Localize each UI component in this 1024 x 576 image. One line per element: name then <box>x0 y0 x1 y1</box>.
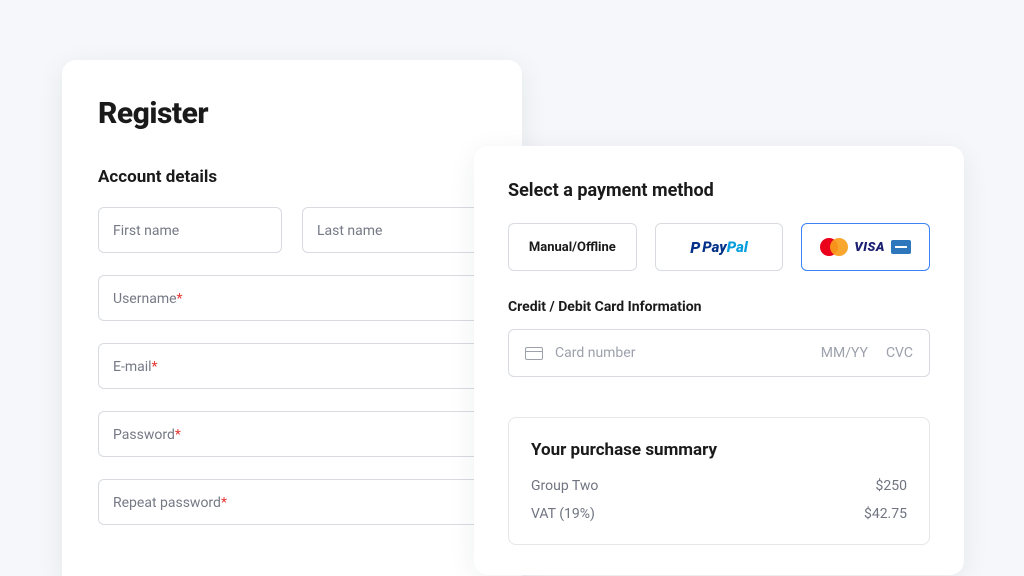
email-field[interactable]: E-mail* <box>98 343 486 389</box>
summary-row: VAT (19%) $42.75 <box>531 506 907 522</box>
payment-methods-row: Manual/Offline P PayPal VISA <box>508 223 930 271</box>
email-placeholder: E-mail <box>113 359 152 375</box>
username-placeholder: Username <box>113 291 177 307</box>
purchase-summary-box: Your purchase summary Group Two $250 VAT… <box>508 417 930 545</box>
card-number-field[interactable]: Card number MM/YY CVC <box>508 329 930 377</box>
card-brand-icons: VISA <box>820 238 911 256</box>
register-title: Register <box>98 96 486 131</box>
visa-icon: VISA <box>854 240 885 255</box>
summary-line-amount: $250 <box>876 478 907 494</box>
payment-card: Select a payment method Manual/Offline P… <box>474 146 964 575</box>
password-field[interactable]: Password* <box>98 411 486 457</box>
username-field[interactable]: Username* <box>98 275 486 321</box>
required-mark: * <box>175 427 181 443</box>
payment-method-card[interactable]: VISA <box>801 223 930 271</box>
required-mark: * <box>177 291 183 307</box>
payment-method-manual[interactable]: Manual/Offline <box>508 223 637 271</box>
password-placeholder: Password <box>113 427 175 443</box>
card-cvc-placeholder: CVC <box>886 345 913 361</box>
payment-heading: Select a payment method <box>508 180 930 201</box>
repeat-password-placeholder: Repeat password <box>113 495 221 511</box>
payment-method-manual-label: Manual/Offline <box>529 240 616 255</box>
register-card: Register Account details First name Last… <box>62 60 522 576</box>
first-name-placeholder: First name <box>113 223 179 239</box>
required-mark: * <box>152 359 158 375</box>
summary-line-amount: $42.75 <box>864 506 907 522</box>
required-mark: * <box>221 495 227 511</box>
amex-icon <box>891 240 911 254</box>
payment-method-paypal[interactable]: P PayPal <box>655 223 784 271</box>
summary-line-label: VAT (19%) <box>531 506 595 522</box>
card-expiry-placeholder: MM/YY <box>821 345 868 361</box>
paypal-icon: P PayPal <box>690 238 748 257</box>
card-info-heading: Credit / Debit Card Information <box>508 299 930 315</box>
credit-card-icon <box>525 347 543 360</box>
purchase-summary-title: Your purchase summary <box>531 440 907 460</box>
summary-row: Group Two $250 <box>531 478 907 494</box>
account-details-heading: Account details <box>98 167 486 187</box>
last-name-placeholder: Last name <box>317 223 382 239</box>
summary-line-label: Group Two <box>531 478 598 494</box>
last-name-field[interactable]: Last name <box>302 207 486 253</box>
card-number-placeholder: Card number <box>555 345 809 361</box>
first-name-field[interactable]: First name <box>98 207 282 253</box>
repeat-password-field[interactable]: Repeat password* <box>98 479 486 525</box>
mastercard-icon <box>820 238 848 256</box>
